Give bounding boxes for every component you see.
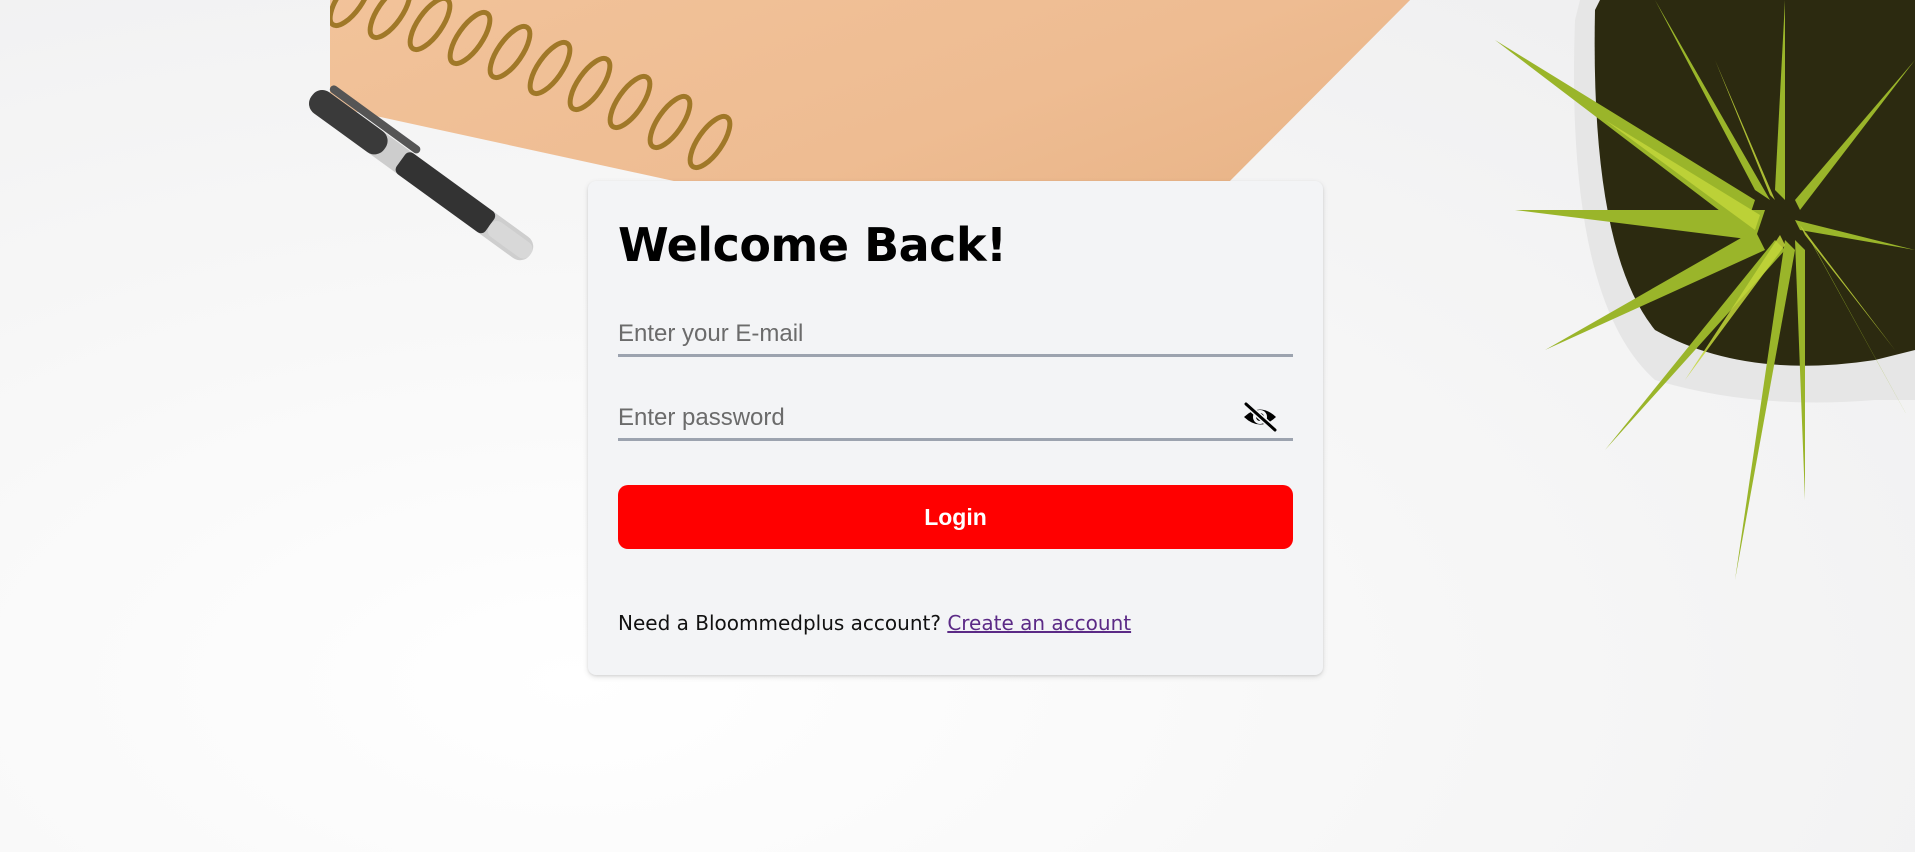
- password-field-container: [618, 397, 1293, 441]
- email-field-container: [618, 313, 1293, 357]
- login-button[interactable]: Login: [618, 485, 1293, 549]
- plant-image: [1495, 0, 1915, 580]
- login-card: Welcome Back! Login Need a Bloommedplus …: [588, 181, 1323, 675]
- pen-image: [309, 85, 534, 261]
- signup-prompt-text: Need a Bloommedplus account?: [618, 611, 941, 635]
- password-input[interactable]: [618, 397, 1293, 438]
- signup-prompt: Need a Bloommedplus account? Create an a…: [618, 611, 1293, 635]
- login-page: Welcome Back! Login Need a Bloommedplus …: [0, 0, 1915, 852]
- create-account-link[interactable]: Create an account: [947, 611, 1131, 635]
- page-title: Welcome Back!: [618, 218, 1007, 272]
- email-input[interactable]: [618, 313, 1293, 354]
- eye-slash-icon[interactable]: [1241, 401, 1279, 433]
